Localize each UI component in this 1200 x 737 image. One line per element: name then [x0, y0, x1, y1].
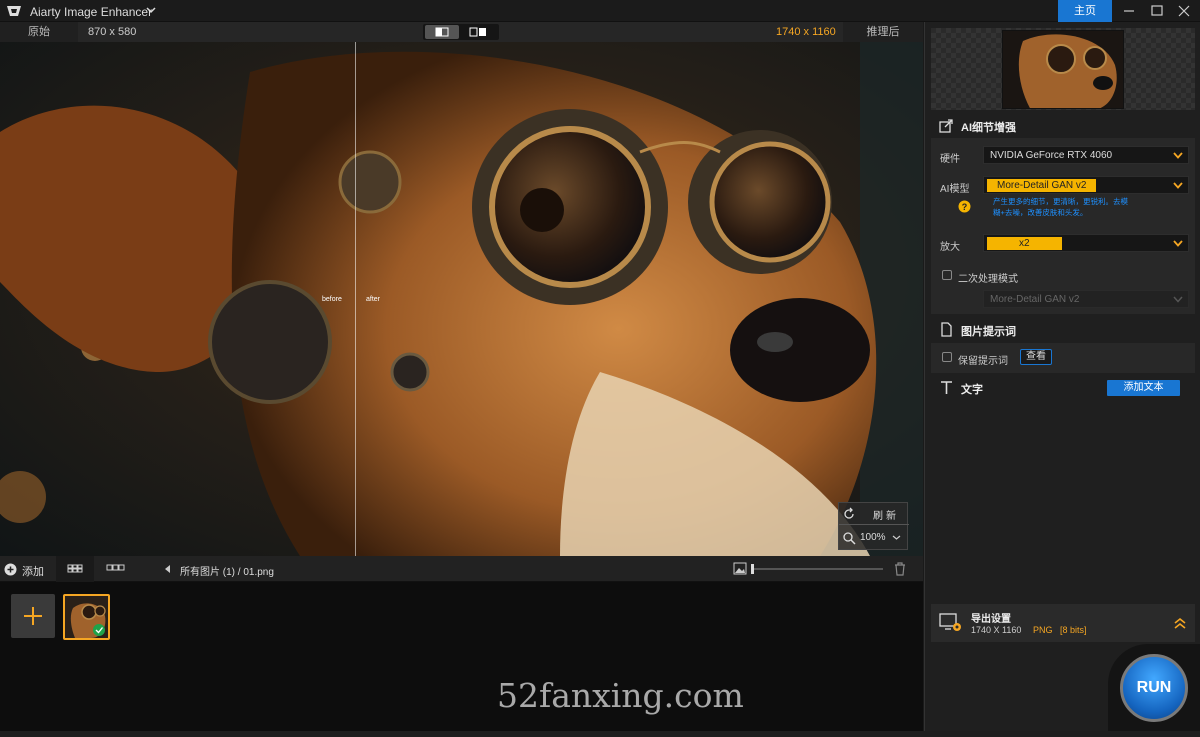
image-viewer[interactable]: before after 刷新 100% — [0, 42, 923, 556]
hardware-value: NVIDIA GeForce RTX 4060 — [990, 150, 1113, 161]
chevron-down-icon — [1173, 296, 1183, 303]
model-description: 产生更多的细节，更清晰，更锐利。去模糊+去噪，改善皮肤和头发。 — [993, 197, 1128, 217]
side-by-side-button[interactable] — [461, 25, 495, 39]
title-bar: Aiarty Image Enhancer 主页 — [0, 0, 1200, 22]
hardware-select[interactable]: NVIDIA GeForce RTX 4060 — [983, 146, 1189, 164]
export-settings-icon — [939, 613, 961, 631]
filmstrip-view-button[interactable] — [97, 556, 135, 582]
view-prompt-button[interactable]: 查看 — [1020, 349, 1052, 365]
split-view-icon — [435, 27, 449, 37]
after-tab: 推理后 — [843, 22, 923, 42]
keep-prompt-label: 保留提示词 — [958, 356, 1008, 367]
second-pass-checkbox[interactable] — [942, 270, 952, 280]
prompt-box: 保留提示词 查看 — [931, 343, 1195, 373]
keep-prompt-checkbox[interactable] — [942, 352, 952, 362]
document-icon — [941, 322, 952, 337]
model-label: AI模型 — [940, 184, 970, 195]
chevron-down-icon — [1173, 240, 1183, 247]
second-pass-label: 二次处理模式 — [958, 274, 1018, 285]
ai-enhance-header: AI细节增强 — [931, 114, 1195, 138]
second-pass-model-value: More-Detail GAN v2 — [990, 294, 1080, 305]
export-format: PNG — [1033, 625, 1053, 635]
run-button[interactable]: RUN — [1120, 654, 1188, 722]
second-pass-model-select[interactable]: More-Detail GAN v2 — [983, 290, 1189, 308]
export-size: 1740 X 1160 — [971, 625, 1022, 635]
side-by-side-icon — [469, 27, 486, 37]
double-chevron-up-icon[interactable] — [1173, 616, 1187, 630]
close-icon[interactable] — [1175, 3, 1193, 19]
export-title: 导出设置 — [971, 614, 1011, 625]
original-size: 870 x 580 — [88, 26, 137, 38]
before-label: before — [322, 296, 342, 303]
zoom-value: 100% — [860, 532, 886, 543]
svg-text:?: ? — [962, 202, 968, 212]
minimize-icon[interactable] — [1120, 3, 1138, 19]
watermark: 52fanxing.com — [497, 676, 744, 715]
output-size: 1740 x 1160 — [776, 26, 836, 38]
split-view-button[interactable] — [425, 25, 459, 39]
scale-select[interactable]: x2 — [983, 234, 1189, 252]
add-text-button[interactable]: 添加文本 — [1107, 380, 1180, 396]
chevron-down-icon[interactable] — [146, 5, 156, 15]
navigator-preview — [931, 28, 1195, 110]
navigator-image[interactable] — [1002, 30, 1124, 109]
add-image-tile[interactable] — [11, 594, 55, 638]
prompt-header: 图片提示词 — [931, 318, 1195, 342]
app-logo-icon — [7, 6, 21, 16]
help-icon[interactable]: ? — [958, 200, 971, 213]
home-button[interactable]: 主页 — [1058, 0, 1112, 22]
scale-value: x2 — [987, 237, 1062, 250]
refresh-button[interactable]: 刷新 — [839, 503, 909, 525]
compare-mode-toggle — [423, 24, 499, 40]
trash-icon[interactable] — [893, 561, 907, 576]
thumbnail-image — [65, 596, 108, 638]
grid-view-icon — [67, 564, 83, 573]
export-bit-depth: [8 bits] — [1060, 625, 1087, 635]
ai-enhance-title: AI细节增强 — [961, 122, 1016, 134]
original-tab: 原始 — [0, 22, 78, 42]
hardware-label: 硬件 — [940, 154, 960, 165]
maximize-icon[interactable] — [1148, 3, 1166, 19]
text-title: 文字 — [961, 384, 983, 396]
settings-panel: AI细节增强 硬件 NVIDIA GeForce RTX 4060 AI模型 M… — [924, 22, 1200, 731]
chevron-down-icon — [1173, 182, 1183, 189]
navigator-thumbnail — [1003, 31, 1123, 108]
zoom-panel: 刷新 100% — [838, 502, 909, 550]
compare-info-bar: 原始 870 x 580 1740 x 1160 推理后 — [0, 22, 923, 42]
text-icon — [941, 381, 952, 394]
add-label: 添加 — [22, 566, 44, 578]
thumbnail-size-slider[interactable] — [751, 564, 883, 574]
refresh-label: 刷新 — [873, 511, 899, 522]
zoom-select[interactable]: 100% — [839, 526, 909, 550]
ai-settings-box: 硬件 NVIDIA GeForce RTX 4060 AI模型 More-Det… — [931, 138, 1195, 314]
scale-label: 放大 — [940, 242, 960, 253]
text-header: 文字 添加文本 — [931, 376, 1195, 400]
preview-image — [0, 42, 923, 556]
image-gallery — [0, 582, 923, 731]
model-value: More-Detail GAN v2 — [987, 179, 1097, 192]
refresh-icon — [844, 507, 854, 519]
prompt-title: 图片提示词 — [961, 326, 1016, 338]
filmstrip-view-icon — [106, 564, 125, 571]
chevron-down-icon — [892, 535, 901, 540]
window-bottom-edge — [0, 731, 1200, 737]
magnifier-icon — [843, 532, 856, 545]
chevron-down-icon — [1173, 152, 1183, 159]
model-select[interactable]: More-Detail GAN v2 — [983, 176, 1189, 194]
enhance-icon — [939, 119, 953, 133]
breadcrumb[interactable]: 所有图片 (1) / 01.png — [180, 563, 274, 578]
image-size-icon — [733, 562, 747, 575]
run-area: RUN — [1108, 644, 1200, 731]
add-circle-icon — [4, 563, 17, 576]
plus-icon — [24, 607, 42, 625]
app-title: Aiarty Image Enhancer — [30, 5, 153, 19]
slider-handle[interactable] — [751, 564, 754, 574]
compare-split-line[interactable] — [355, 42, 356, 556]
export-settings[interactable]: 导出设置 1740 X 1160 PNG [8 bits] — [931, 604, 1195, 642]
grid-view-button[interactable] — [56, 556, 94, 582]
back-arrow-icon[interactable] — [162, 563, 174, 575]
after-label: after — [366, 296, 381, 303]
gallery-toolbar: 添加 所有图片 (1) / 01.png — [0, 556, 923, 582]
image-thumbnail[interactable] — [63, 594, 110, 640]
